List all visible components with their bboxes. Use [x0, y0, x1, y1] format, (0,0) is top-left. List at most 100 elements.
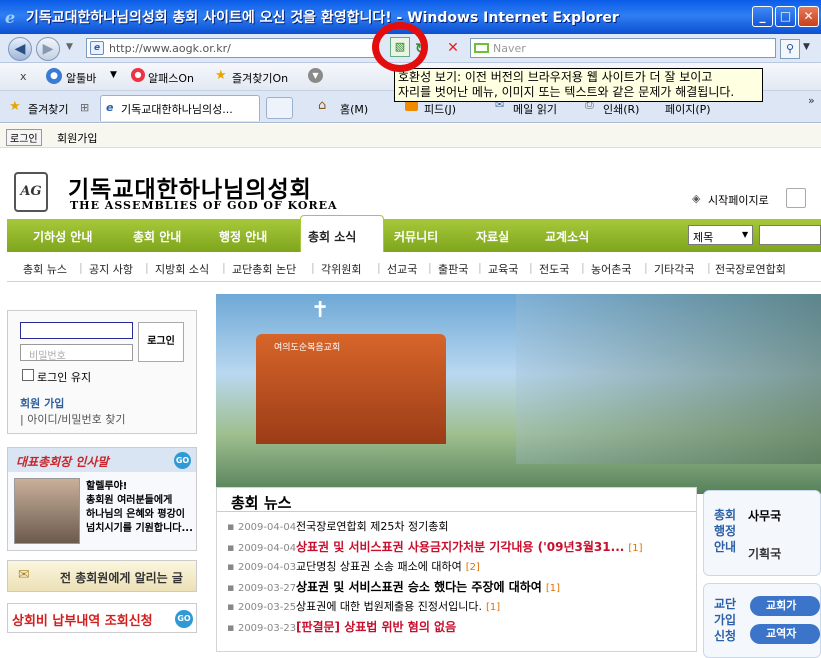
menu-item-about[interactable]: 기하성 안내: [33, 228, 92, 245]
menu-item-library[interactable]: 자료실: [476, 228, 509, 245]
separator: |: [311, 261, 315, 274]
favorites-on-link[interactable]: 즐겨찾기On: [232, 70, 288, 86]
news-panel: 총회 뉴스 ▪ 2009-04-04전국장로연합회 제25차 정기총회 ▪ 200…: [216, 487, 697, 652]
separator: |: [707, 261, 711, 274]
news-row[interactable]: ▪ 2009-04-04상표권 및 서비스표권 사용금지가처분 기각내용 ('0…: [227, 538, 642, 554]
top-login-bar: 로그인 회원가입: [0, 124, 821, 148]
news-row[interactable]: ▪ 2009-03-27상표권 및 서비스표권 승소 했다는 주장에 대하여 [1…: [227, 578, 560, 594]
search-icon[interactable]: ⚲: [780, 39, 800, 59]
church-join-button[interactable]: 교회가: [750, 596, 820, 616]
submenu-rural[interactable]: 농어촌국: [591, 261, 631, 277]
search-options-icon[interactable]: ▼: [803, 42, 810, 52]
feed-button[interactable]: 피드(J): [424, 101, 456, 117]
logo-emblem[interactable]: AG: [14, 172, 48, 212]
home-button[interactable]: 홈(M): [340, 101, 368, 117]
greeting-line2: 총회원 여러분들에게: [86, 495, 173, 506]
submenu-others[interactable]: 기타각국: [654, 261, 694, 277]
news-row[interactable]: ▪ 2009-04-04전국장로연합회 제25차 정기총회: [227, 518, 449, 534]
find-account-label: 아이디/비밀번호 찾기: [27, 413, 126, 426]
top-join-link[interactable]: 회원가입: [57, 130, 97, 146]
fee-go-button[interactable]: GO: [175, 610, 193, 628]
recent-pages-dropdown-icon[interactable]: ▼: [66, 42, 73, 52]
main-menu: 기하성 안내 총회 안내 행정 안내 총회 소식 커뮤니티 자료실 교계소식 제…: [7, 215, 821, 252]
greeting-panel[interactable]: 대표총회장 인사말 GO 할렐루야! 총회원 여러분들에게 하나님의 은혜와 평…: [7, 447, 197, 551]
submenu-notice[interactable]: 공지 사항: [89, 261, 133, 277]
ie-logo-icon: e: [5, 8, 16, 27]
tab-current[interactable]: e 기독교대한하나님의성...: [100, 95, 260, 121]
news-headline[interactable]: 상표권에 대한 법원제출용 진정서입니다.: [296, 600, 482, 613]
menu-item-assembly[interactable]: 총회 안내: [133, 228, 181, 245]
print-button[interactable]: 인쇄(R): [603, 101, 639, 117]
favorites-button[interactable]: 즐겨찾기: [28, 101, 68, 117]
news-headline[interactable]: 상표권 및 서비스표권 사용금지가처분 기각내용 ('09년3월31...: [296, 540, 624, 554]
site-search-input[interactable]: [759, 225, 821, 245]
news-headline[interactable]: 상표권 및 서비스표권 승소 했다는 주장에 대하여: [296, 580, 542, 594]
links-close-button[interactable]: x: [20, 70, 27, 83]
read-mail-button[interactable]: 메일 읽기: [513, 101, 557, 117]
password-input[interactable]: 비밀번호: [20, 344, 133, 362]
news-row[interactable]: ▪ 2009-03-25상표권에 대한 법원제출용 진정서입니다. [1]: [227, 598, 500, 614]
close-window-button[interactable]: ✕: [798, 6, 819, 27]
menu-item-news[interactable]: 총회 소식: [308, 228, 356, 245]
find-account-link[interactable]: | 아이디/비밀번호 찾기: [20, 411, 126, 427]
address-bar[interactable]: e http://www.aogk.or.kr/: [86, 38, 376, 58]
news-headline[interactable]: [판결문] 상표법 위반 혐의 없음: [296, 620, 456, 634]
menu-item-community[interactable]: 커뮤니티: [394, 228, 438, 245]
greeting-go-button[interactable]: GO: [174, 452, 191, 469]
people-photo: [516, 294, 821, 464]
back-button[interactable]: ◀: [8, 37, 32, 61]
join-link[interactable]: 회원 가입: [20, 395, 64, 411]
submenu-regional[interactable]: 지방회 소식: [155, 261, 209, 277]
user-id-input[interactable]: [20, 322, 133, 339]
menu-item-church-news[interactable]: 교계소식: [545, 228, 589, 245]
notice-banner-label: 전 총회원에게 알리는 글: [60, 571, 183, 585]
new-tab-button[interactable]: [266, 97, 293, 119]
news-headline[interactable]: 교단명칭 상표권 소송 패소에 대하여: [296, 560, 462, 573]
top-login-link[interactable]: 로그인: [6, 129, 42, 146]
minister-join-button[interactable]: 교역자: [750, 624, 820, 644]
links-more-icon[interactable]: ▼: [308, 68, 323, 83]
compatibility-tooltip: 호환성 보기: 이전 버전의 브라우저용 웹 사이트가 더 잘 보이고 자리를 …: [394, 68, 763, 102]
stop-icon[interactable]: ✕: [443, 38, 463, 58]
tooltip-line1: 호환성 보기: 이전 버전의 브라우저용 웹 사이트가 더 잘 보이고: [398, 70, 713, 84]
keep-login-checkbox[interactable]: [22, 369, 34, 381]
menu-item-admin[interactable]: 행정 안내: [219, 228, 267, 245]
submenu-elders[interactable]: 전국장로연합회: [715, 261, 786, 277]
startpage-link[interactable]: 시작페이지로: [708, 192, 769, 208]
news-row[interactable]: ▪ 2009-04-03교단명칭 상표권 소송 패소에 대하여 [2]: [227, 558, 480, 574]
join-denomination-box: 교단가입신청 교회가 교역자: [703, 583, 821, 658]
search-field-select[interactable]: 제목 ▼: [688, 225, 753, 245]
maximize-button[interactable]: □: [775, 6, 796, 27]
planning-link[interactable]: 기획국: [748, 545, 781, 562]
office-link[interactable]: 사무국: [748, 507, 781, 524]
alpass-link[interactable]: 알패스On: [148, 70, 194, 86]
news-title: 총회 뉴스: [231, 494, 292, 512]
bookmark-icon[interactable]: [786, 188, 806, 208]
select-chevron-down-icon: ▼: [742, 230, 749, 239]
submenu-forum[interactable]: 교단총회 논단: [232, 261, 296, 277]
tab-list-icon[interactable]: ⊞: [80, 101, 89, 114]
submenu-assembly-news[interactable]: 총회 뉴스: [23, 261, 67, 277]
news-row[interactable]: ▪ 2009-03-23[판결문] 상표법 위반 혐의 없음: [227, 618, 456, 634]
separator: |: [581, 261, 585, 274]
submenu-committees[interactable]: 각위원회: [321, 261, 361, 277]
notice-banner[interactable]: ✉ 전 총회원에게 알리는 글: [7, 560, 197, 592]
page-menu-button[interactable]: 페이지(P): [665, 101, 711, 117]
address-url: http://www.aogk.or.kr/: [109, 42, 231, 55]
chevron-more-icon[interactable]: »: [808, 94, 815, 107]
minimize-button[interactable]: _: [752, 6, 773, 27]
news-headline[interactable]: 전국장로연합회 제25차 정기총회: [296, 520, 449, 533]
news-bullet-icon: ▪: [227, 560, 238, 573]
submenu-education[interactable]: 교육국: [488, 261, 518, 277]
submenu-mission[interactable]: 선교국: [387, 261, 417, 277]
search-box[interactable]: Naver: [470, 38, 776, 58]
login-button[interactable]: 로그인: [138, 322, 184, 362]
separator: |: [428, 261, 432, 274]
fee-banner[interactable]: 상회비 납부내역 조회신청 GO: [7, 603, 197, 633]
news-date: 2009-04-04: [237, 543, 297, 554]
submenu-publishing[interactable]: 출판국: [438, 261, 468, 277]
forward-button[interactable]: ▶: [36, 37, 60, 61]
submenu-evangelism[interactable]: 전도국: [539, 261, 569, 277]
altoolbar-dropdown-icon[interactable]: ▼: [110, 70, 117, 80]
altoolbar-link[interactable]: 알툴바: [66, 70, 96, 86]
